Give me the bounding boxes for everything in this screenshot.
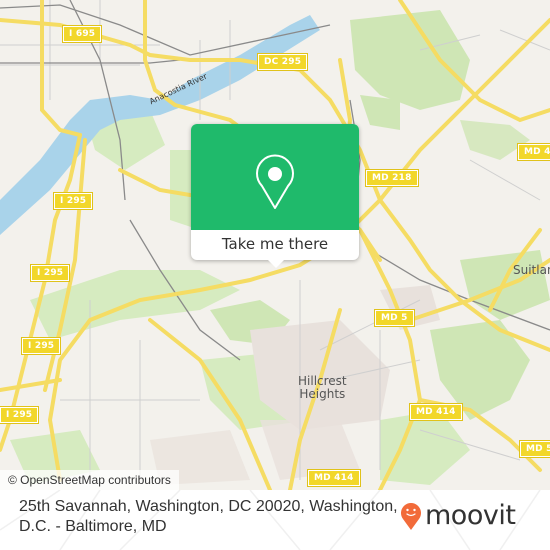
moovit-wordmark: moovit: [425, 500, 516, 531]
road-shield-i295: I 295: [20, 337, 62, 355]
road-shield-i295: I 295: [52, 192, 94, 210]
road-shield-md414: MD 414: [307, 469, 361, 487]
place-label-hillcrest: Hillcrest: [298, 374, 347, 388]
road-shield-md5: MD 5: [374, 309, 415, 327]
take-me-there-button[interactable]: Take me there: [191, 230, 359, 260]
road-shield-dc295: DC 295: [256, 53, 309, 71]
road-shield-md218: MD 218: [365, 169, 419, 187]
map-pin-icon: [256, 154, 294, 209]
road-shield-i695: I 695: [61, 25, 103, 43]
place-label-heights: Heights: [299, 387, 346, 401]
road-shield-i295: I 295: [0, 406, 40, 424]
road-shield-md414: MD 414: [409, 403, 463, 421]
popup-header: [191, 124, 359, 230]
destination-popup: Take me there: [191, 124, 359, 268]
address-text: 25th Savannah, Washington, DC 20020, Was…: [19, 498, 398, 535]
road-shield-md5: MD 5: [519, 440, 550, 458]
road-shield-i295: I 295: [29, 264, 71, 282]
moovit-pin-icon: [401, 503, 421, 530]
place-label-hillcrest-heights: Hillcrest Heights: [298, 375, 347, 401]
popup-pointer: [268, 260, 284, 268]
place-label-suitland: Suitland: [513, 263, 550, 277]
map[interactable]: I 695 DC 295 MD 4 MD 218 I 295 I 295 I 2…: [0, 0, 550, 490]
moovit-logo: moovit: [400, 499, 516, 533]
map-attribution[interactable]: © OpenStreetMap contributors: [0, 470, 179, 490]
road-shield-md4: MD 4: [517, 143, 550, 161]
